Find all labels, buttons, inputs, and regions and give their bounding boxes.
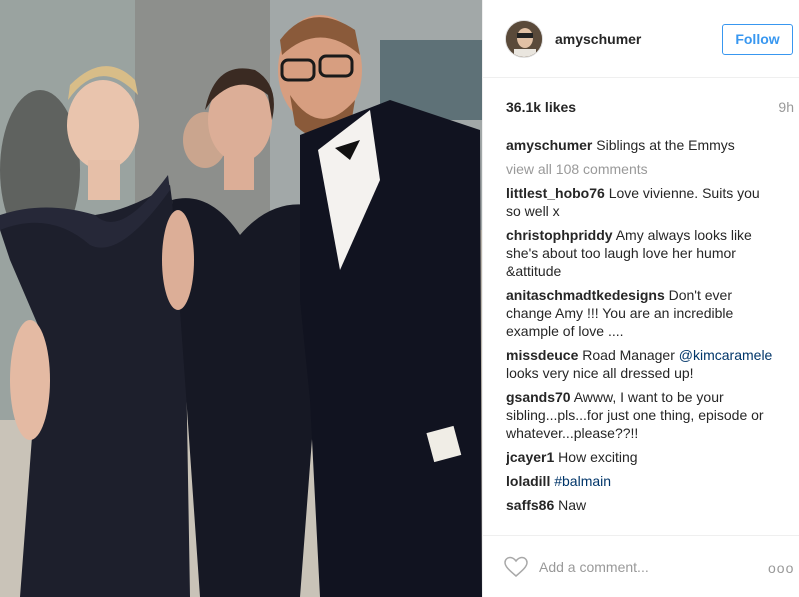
comment-item: missdeuce Road Manager @kimcaramele look… bbox=[506, 346, 776, 382]
comment-footer: Add a comment... ooo bbox=[483, 535, 799, 597]
comment-username[interactable]: anitaschmadtkedesigns bbox=[506, 287, 665, 303]
caption: amyschumer Siblings at the Emmys bbox=[506, 136, 776, 154]
comment-username[interactable]: gsands70 bbox=[506, 389, 571, 405]
follow-button[interactable]: Follow bbox=[722, 24, 793, 55]
comment-username[interactable]: loladill bbox=[506, 473, 550, 489]
comment-text: Road Manager bbox=[582, 347, 675, 363]
view-all-comments-link[interactable]: view all 108 comments bbox=[506, 160, 776, 178]
username[interactable]: amyschumer bbox=[555, 31, 641, 47]
avatar-image bbox=[506, 21, 542, 57]
avatar[interactable] bbox=[505, 20, 543, 58]
caption-username[interactable]: amyschumer bbox=[506, 137, 592, 153]
photo-illustration bbox=[0, 0, 482, 597]
heart-icon-svg bbox=[504, 556, 528, 577]
mention-link[interactable]: @kimcaramele bbox=[679, 347, 773, 363]
more-options-icon[interactable]: ooo bbox=[768, 560, 794, 576]
comment-item: loladill #balmain bbox=[506, 472, 776, 490]
caption-text: Siblings at the Emmys bbox=[596, 137, 735, 153]
post-header: amyschumer Follow bbox=[483, 0, 799, 78]
hashtag-link[interactable]: #balmain bbox=[554, 473, 611, 489]
post-sidebar: amyschumer Follow 36.1k likes 9h amyschu… bbox=[482, 0, 799, 597]
comment-username[interactable]: littlest_hobo76 bbox=[506, 185, 605, 201]
comment-username[interactable]: missdeuce bbox=[506, 347, 578, 363]
comment-text: How exciting bbox=[558, 449, 638, 465]
comment-item: littlest_hobo76 Love vivienne. Suits you… bbox=[506, 184, 776, 220]
comment-username[interactable]: christophpriddy bbox=[506, 227, 613, 243]
likes-count[interactable]: 36.1k likes bbox=[506, 99, 576, 115]
post-time[interactable]: 9h bbox=[778, 99, 794, 115]
comments-list[interactable]: amyschumer Siblings at the Emmys view al… bbox=[506, 136, 776, 534]
comment-text-after: looks very nice all dressed up! bbox=[506, 365, 694, 381]
comment-text: Naw bbox=[558, 497, 587, 513]
comment-item: gsands70 Awww, I want to be your sibling… bbox=[506, 388, 776, 442]
comment-item: saffs86 Naw bbox=[506, 496, 776, 514]
comment-item: anitaschmadtkedesigns Don't ever change … bbox=[506, 286, 776, 340]
comment-item: jcayer1 How exciting bbox=[506, 448, 776, 466]
comment-username[interactable]: saffs86 bbox=[506, 497, 554, 513]
comment-username[interactable]: jcayer1 bbox=[506, 449, 554, 465]
post-photo[interactable] bbox=[0, 0, 482, 597]
comment-item: christophpriddy Amy always looks like sh… bbox=[506, 226, 776, 280]
likes-row: 36.1k likes 9h bbox=[506, 99, 794, 117]
add-comment-input[interactable]: Add a comment... bbox=[539, 559, 649, 575]
heart-icon[interactable] bbox=[504, 556, 528, 578]
